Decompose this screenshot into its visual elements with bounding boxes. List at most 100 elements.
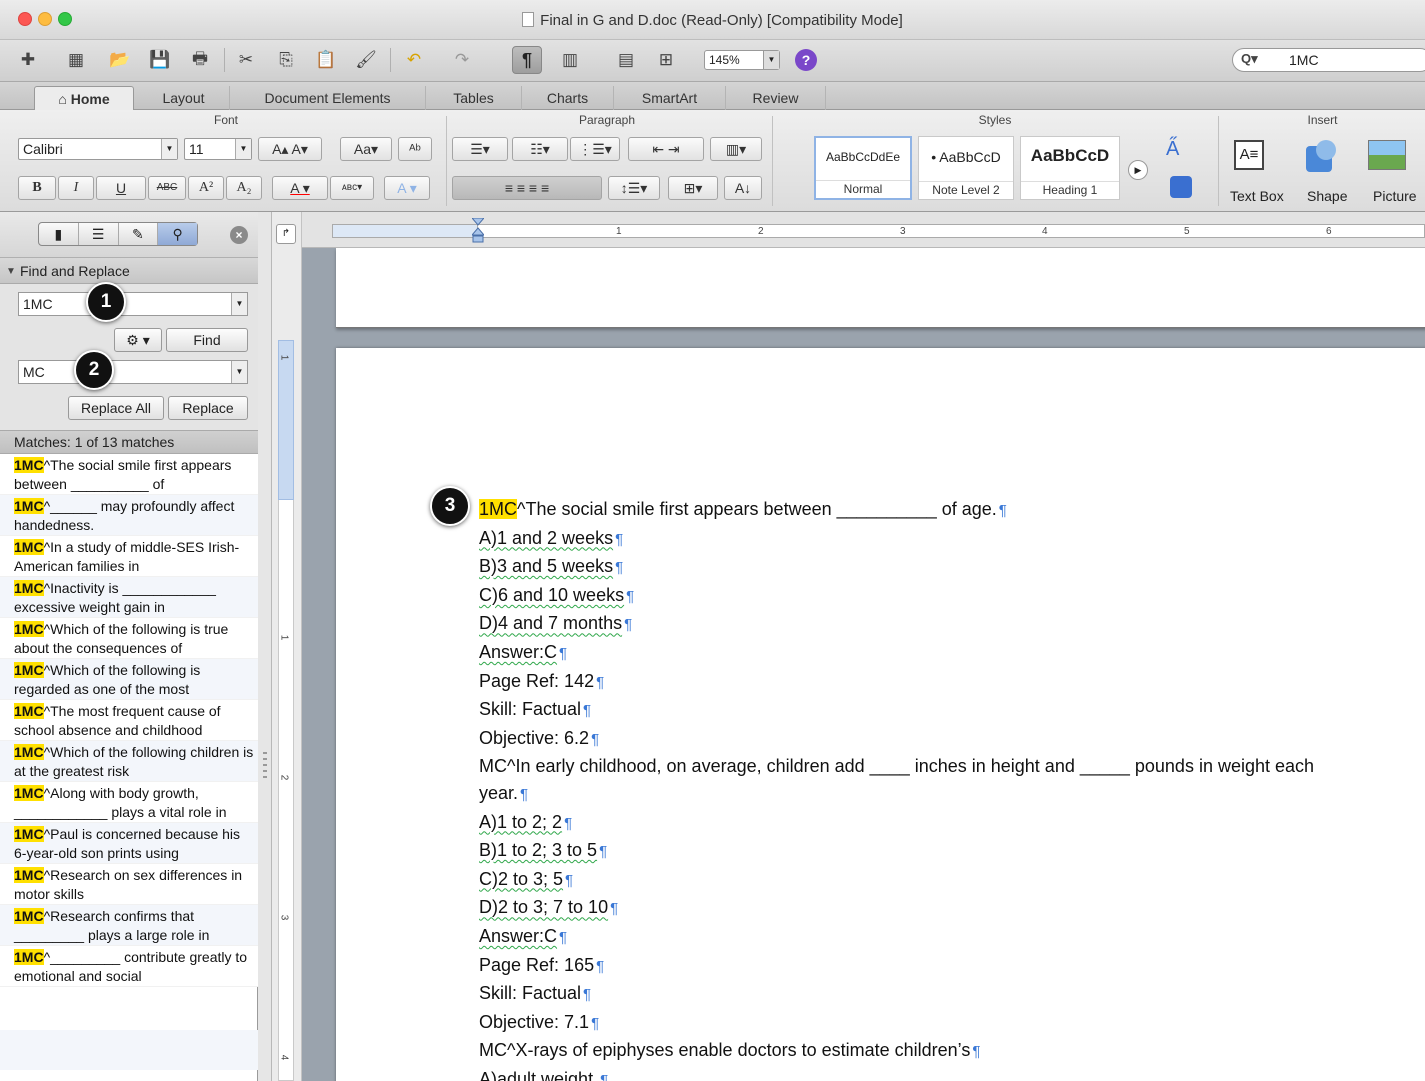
paste-icon[interactable]: 📋	[314, 48, 338, 72]
tab-document-elements[interactable]: Document Elements	[230, 86, 426, 110]
bullets-button[interactable]: ☰▾	[452, 137, 508, 161]
open-folder-icon[interactable]: 📂	[108, 48, 132, 72]
copy-icon[interactable]: ⎘	[274, 48, 298, 72]
match-list-item[interactable]: 1MC^Research on sex differences in motor…	[0, 864, 258, 905]
undo-icon[interactable]: ↶	[402, 48, 426, 72]
document-line[interactable]: Page Ref: 142 ¶	[479, 668, 1419, 697]
underline-button[interactable]: U	[96, 176, 146, 200]
text-box-icon[interactable]: A≡	[1234, 140, 1274, 178]
search-input[interactable]: Q▾ 1MC	[1232, 48, 1425, 72]
document-line[interactable]: Answer:C ¶	[479, 923, 1419, 952]
alignment-buttons[interactable]: ≡ ≡ ≡ ≡	[452, 176, 602, 200]
view-layout-icon[interactable]: ⊞	[654, 48, 678, 72]
sidebar-toggle-icon[interactable]: ▥	[558, 48, 582, 72]
font-name-select[interactable]: Calibri ▼	[18, 138, 178, 160]
help-button[interactable]: ?	[795, 49, 817, 71]
strikethrough-button[interactable]: ABC	[148, 176, 186, 200]
match-list-item[interactable]: 1MC^Research confirms that _________ pla…	[0, 905, 258, 946]
tab-smartart[interactable]: SmartArt	[614, 86, 726, 110]
sort-button[interactable]: A↓	[724, 176, 762, 200]
multilevel-list-button[interactable]: ⋮☰▾	[570, 137, 620, 161]
tab-review[interactable]: Review	[726, 86, 826, 110]
text-effects-button[interactable]: A ▾	[384, 176, 430, 200]
show-formatting-button[interactable]: ¶	[512, 46, 542, 74]
document-line[interactable]: C)6 and 10 weeks ¶	[479, 582, 1419, 611]
search-icon[interactable]: ⚲	[158, 223, 197, 245]
document-line[interactable]: Answer:C ¶	[479, 639, 1419, 668]
save-icon[interactable]: 💾	[148, 48, 172, 72]
document-line[interactable]: MC^In early childhood, on average, child…	[479, 753, 1419, 780]
italic-button[interactable]: I	[58, 176, 94, 200]
document-line[interactable]: A)1 and 2 weeks ¶	[479, 525, 1419, 554]
font-size-select[interactable]: 11 ▼	[184, 138, 252, 160]
grow-shrink-font-button[interactable]: A▴ A▾	[258, 137, 322, 161]
document-line[interactable]: MC^X-rays of epiphyses enable doctors to…	[479, 1037, 1419, 1066]
match-list-item[interactable]: 1MC^_________ contribute greatly to emot…	[0, 946, 258, 987]
indent-marker-icon[interactable]	[470, 217, 486, 244]
style-normal[interactable]: AaBbCcDdEe Normal	[814, 136, 912, 200]
document-line[interactable]: D)4 and 7 months ¶	[479, 610, 1419, 639]
gallery-icon[interactable]: ▦	[64, 48, 88, 72]
new-document-icon[interactable]: ✚	[16, 48, 40, 72]
cut-icon[interactable]: ✂	[234, 48, 258, 72]
document-line[interactable]: Objective: 6.2 ¶	[479, 725, 1419, 754]
redo-icon[interactable]: ↷	[450, 48, 474, 72]
tab-home[interactable]: ⌂ Home	[34, 86, 134, 110]
match-list-item[interactable]: 1MC^Along with body growth, ____________…	[0, 782, 258, 823]
indent-buttons[interactable]: ⇤ ⇥	[628, 137, 704, 161]
match-list-item[interactable]: 1MC^The most frequent cause of school ab…	[0, 700, 258, 741]
zoom-select[interactable]: 145% ▼	[704, 50, 780, 70]
match-list-item[interactable]: 1MC^Which of the following children is a…	[0, 741, 258, 782]
style-heading-1[interactable]: AaBbCcD Heading 1	[1020, 136, 1120, 200]
document-line[interactable]: Skill: Factual ¶	[479, 696, 1419, 725]
document-line-highlighted[interactable]: 1MC^The social smile first appears betwe…	[479, 496, 1419, 525]
match-list-item[interactable]: 1MC^Which of the following is true about…	[0, 618, 258, 659]
tab-layout[interactable]: Layout	[138, 86, 230, 110]
document-line[interactable]: A)adult weight. ¶	[479, 1066, 1419, 1081]
shape-icon[interactable]	[1302, 140, 1342, 178]
replace-input[interactable]: MC ▼	[18, 360, 248, 384]
subscript-button[interactable]: A₂	[226, 176, 262, 200]
document-line[interactable]: B)3 and 5 weeks ¶	[479, 553, 1419, 582]
find-replace-header[interactable]: ▼ Find and Replace	[0, 258, 258, 284]
find-button[interactable]: Find	[166, 328, 248, 352]
drag-handle-icon[interactable]	[263, 752, 267, 782]
thumbnail-icon[interactable]: ▮	[39, 223, 79, 245]
document-line[interactable]: year. ¶	[479, 780, 1419, 809]
bold-button[interactable]: B	[18, 176, 56, 200]
columns-button[interactable]: ▥▾	[710, 137, 762, 161]
reviewing-icon[interactable]: ✎	[119, 223, 159, 245]
replace-button[interactable]: Replace	[168, 396, 248, 420]
tab-charts[interactable]: Charts	[522, 86, 614, 110]
media-browser-icon[interactable]: ▤	[614, 48, 638, 72]
document-line[interactable]: D)2 to 3; 7 to 10 ¶	[479, 894, 1419, 923]
sidebar-splitter[interactable]	[258, 212, 272, 1081]
document-line[interactable]: Objective: 7.1 ¶	[479, 1009, 1419, 1038]
match-list-item[interactable]: 1MC^Which of the following is regarded a…	[0, 659, 258, 700]
styles-more-icon[interactable]: ▶	[1128, 160, 1148, 180]
tab-selector-icon[interactable]: ↱	[276, 224, 296, 244]
match-list-item[interactable]: 1MC^In a study of middle-SES Irish-Ameri…	[0, 536, 258, 577]
match-list-item[interactable]: 1MC^The social smile first appears betwe…	[0, 454, 258, 495]
document-page[interactable]: 1MC^The social smile first appears betwe…	[336, 348, 1425, 1081]
line-spacing-button[interactable]: ↕☰▾	[608, 176, 660, 200]
font-color-button[interactable]: A ▾	[272, 176, 328, 200]
document-line[interactable]: Skill: Factual ¶	[479, 980, 1419, 1009]
borders-button[interactable]: ⊞▾	[668, 176, 718, 200]
search-options-button[interactable]: ⚙ ▾	[114, 328, 162, 352]
picture-icon[interactable]	[1368, 140, 1408, 178]
outline-icon[interactable]: ☰	[79, 223, 119, 245]
document-line[interactable]: C)2 to 3; 5 ¶	[479, 866, 1419, 895]
replace-all-button[interactable]: Replace All	[68, 396, 164, 420]
styles-pane-icon[interactable]: A̋	[1166, 138, 1179, 161]
change-case-button[interactable]: Aa▾	[340, 137, 392, 161]
match-list-item[interactable]: 1MC^______ may profoundly affect handedn…	[0, 495, 258, 536]
manage-styles-icon[interactable]	[1170, 176, 1192, 198]
match-list-item[interactable]: 1MC^Inactivity is ____________ excessive…	[0, 577, 258, 618]
match-list-item[interactable]: 1MC^Paul is concerned because his 6-year…	[0, 823, 258, 864]
document-line[interactable]: A)1 to 2; 2 ¶	[479, 809, 1419, 838]
find-input[interactable]: 1MC ▼	[18, 292, 248, 316]
sidebar-mode-switch[interactable]: ▮ ☰ ✎ ⚲	[38, 222, 198, 246]
close-icon[interactable]: ×	[230, 226, 248, 244]
tab-tables[interactable]: Tables	[426, 86, 522, 110]
